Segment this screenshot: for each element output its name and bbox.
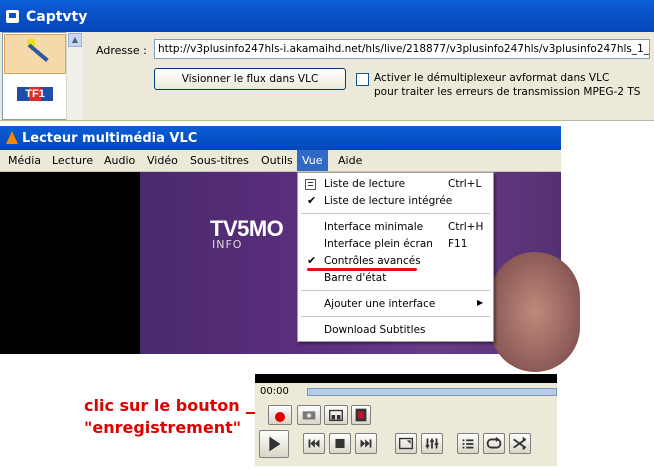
- demux-label-line2: pour traiter les erreurs de transmission…: [374, 86, 641, 98]
- annotation-line2: "enregistrement": [84, 418, 242, 437]
- menu-audio[interactable]: Audio: [104, 154, 135, 167]
- seek-bar[interactable]: [307, 388, 557, 396]
- menu-item-download-subtitles[interactable]: Download Subtitles: [298, 322, 493, 339]
- menu-item-label: Contrôles avancés: [324, 255, 421, 267]
- play-icon: [269, 436, 281, 452]
- vlc-menubar: Média Lecture Audio Vidéo Sous-titres Ou…: [0, 150, 561, 172]
- menu-item-shortcut: F11: [448, 238, 468, 250]
- menu-item-label: Ajouter une interface: [324, 298, 436, 310]
- captvty-body: TF1 ▲ Adresse : http://v3plusinfo247hls-…: [0, 32, 654, 121]
- scroll-up-arrow-icon[interactable]: ▲: [68, 33, 82, 47]
- demux-label-line1: Activer le démultiplexeur avformat dans …: [374, 72, 610, 84]
- menu-item-interface-minimale[interactable]: Interface minimale Ctrl+H: [298, 219, 493, 236]
- highlight-underline: [307, 268, 417, 271]
- loop-button[interactable]: [483, 433, 505, 454]
- menu-lecture[interactable]: Lecture: [52, 154, 93, 167]
- menu-item-plein-ecran[interactable]: Interface plein écran F11: [298, 236, 493, 253]
- stop-icon: [335, 438, 345, 449]
- video-presenter: [490, 252, 580, 372]
- tf1-logo-text: TF1: [25, 88, 45, 100]
- menu-aide[interactable]: Aide: [338, 154, 362, 167]
- stop-button[interactable]: [329, 433, 351, 454]
- menu-separator: [301, 316, 490, 317]
- menu-item-label: Liste de lecture: [324, 178, 406, 190]
- playlist-toggle-icon: [462, 439, 474, 449]
- frame-by-frame-button[interactable]: [351, 405, 371, 425]
- address-field[interactable]: http://v3plusinfo247hls-i.akamaihd.net/h…: [154, 39, 650, 59]
- playlist-icon: [305, 179, 316, 190]
- record-icon: [275, 412, 285, 422]
- previous-button[interactable]: [303, 433, 325, 454]
- loop-ab-icon: [329, 409, 343, 422]
- camera-icon: [302, 411, 316, 420]
- channel-scrollbar[interactable]: ▲: [66, 32, 83, 120]
- vlc-title-bar: Lecteur multimédia VLC: [0, 126, 561, 150]
- menu-sous-titres[interactable]: Sous-titres: [190, 154, 249, 167]
- menu-item-liste-de-lecture[interactable]: Liste de lecture Ctrl+L: [298, 176, 493, 193]
- menu-item-label: Download Subtitles: [324, 324, 426, 336]
- previous-icon: [308, 439, 320, 448]
- next-button[interactable]: [355, 433, 377, 454]
- captvty-title: Captvty: [26, 9, 88, 25]
- menu-outils[interactable]: Outils: [261, 154, 293, 167]
- annotation-line1: clic sur le bouton: [84, 396, 240, 415]
- demux-checkbox[interactable]: [356, 73, 369, 86]
- menu-video[interactable]: Vidéo: [147, 154, 178, 167]
- fullscreen-icon: [398, 437, 414, 450]
- tv5-logo-sub: INFO: [212, 238, 243, 251]
- extended-settings-button[interactable]: [421, 433, 443, 454]
- menu-media[interactable]: Média: [8, 154, 41, 167]
- menu-item-shortcut: Ctrl+L: [448, 178, 482, 190]
- vlc-title: Lecteur multimédia VLC: [22, 131, 198, 146]
- fullscreen-button[interactable]: [395, 433, 417, 454]
- vlc-cone-icon: [6, 131, 18, 144]
- captvty-window: Captvty TF1 ▲ Adresse : http://v3plusinf…: [0, 0, 654, 121]
- channel-item-custom[interactable]: [4, 34, 66, 74]
- checkmark-icon: ✔: [307, 254, 317, 267]
- menu-item-label: Interface minimale: [324, 221, 424, 233]
- menu-item-ajouter-interface[interactable]: Ajouter une interface ▶: [298, 296, 493, 313]
- shuffle-button[interactable]: [509, 433, 531, 454]
- channel-list[interactable]: TF1: [2, 32, 68, 120]
- menu-item-barre-etat[interactable]: Barre d'état: [298, 270, 493, 287]
- menu-vue[interactable]: Vue: [297, 150, 328, 171]
- watch-in-vlc-button[interactable]: Visionner le flux dans VLC: [154, 68, 346, 90]
- controls-top-strip: [255, 374, 557, 383]
- captvty-title-bar: Captvty: [0, 0, 654, 32]
- film-frame-icon: [355, 408, 367, 422]
- menu-separator: [301, 213, 490, 214]
- menu-item-label: Liste de lecture intégrée: [324, 195, 453, 207]
- shuffle-icon: [513, 436, 527, 451]
- menu-separator: [301, 290, 490, 291]
- menu-item-liste-integree[interactable]: ✔ Liste de lecture intégrée: [298, 193, 493, 210]
- snapshot-button[interactable]: [297, 405, 321, 425]
- elapsed-time: 00:00: [260, 386, 289, 397]
- checkmark-icon: ✔: [307, 194, 317, 207]
- record-button[interactable]: [268, 405, 292, 425]
- submenu-arrow-icon: ▶: [477, 298, 484, 307]
- loop-ab-button[interactable]: [324, 405, 348, 425]
- vue-menu-dropdown: Liste de lecture Ctrl+L ✔ Liste de lectu…: [297, 172, 494, 342]
- menu-item-label: Interface plein écran: [324, 238, 433, 250]
- menu-item-label: Barre d'état: [324, 272, 387, 284]
- play-button[interactable]: [259, 430, 289, 458]
- playlist-button[interactable]: [457, 433, 479, 454]
- vlc-controls-panel: 00:00: [255, 374, 557, 466]
- menu-item-shortcut: Ctrl+H: [448, 221, 484, 233]
- address-label: Adresse :: [96, 44, 147, 57]
- next-icon: [360, 439, 372, 448]
- channel-item-tf1[interactable]: TF1: [17, 87, 53, 101]
- captvty-app-icon: [6, 10, 19, 23]
- equalizer-icon: [425, 438, 439, 449]
- loop-icon: [486, 436, 502, 449]
- magic-wand-stick: [27, 43, 49, 62]
